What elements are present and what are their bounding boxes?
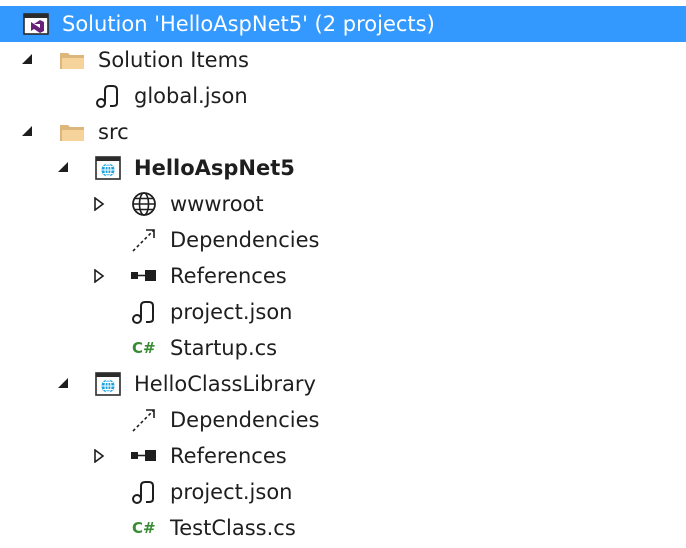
tree-item-solution-items[interactable]: Solution Items <box>0 42 686 78</box>
dependencies-icon <box>130 226 158 254</box>
references-icon <box>130 442 158 470</box>
tree-item-testclass-cs[interactable]: C# TestClass.cs <box>0 510 686 546</box>
tree-item-references[interactable]: References <box>0 438 686 474</box>
dependencies-icon <box>130 406 158 434</box>
tree-item-startup-cs[interactable]: C# Startup.cs <box>0 330 686 366</box>
visual-studio-solution-icon <box>22 10 50 38</box>
tree-item-wwwroot[interactable]: wwwroot <box>0 186 686 222</box>
tree-item-project-helloaspnet5[interactable]: HelloAspNet5 <box>0 150 686 186</box>
expanded-arrow-icon[interactable] <box>52 150 74 186</box>
tree-item-label: Dependencies <box>170 408 320 432</box>
tree-item-label: global.json <box>134 84 248 108</box>
csharp-file-icon: C# <box>130 334 158 362</box>
expanded-arrow-icon[interactable] <box>16 114 38 150</box>
tree-item-solution[interactable]: Solution 'HelloAspNet5' (2 projects) <box>0 6 686 42</box>
csharp-file-icon: C# <box>130 514 158 542</box>
references-icon <box>130 262 158 290</box>
tree-item-project-json[interactable]: project.json <box>0 474 686 510</box>
web-project-icon <box>94 370 122 398</box>
tree-item-label: Dependencies <box>170 228 320 252</box>
collapsed-arrow-icon[interactable] <box>88 438 110 474</box>
tree-item-project-helloclasslibrary[interactable]: HelloClassLibrary <box>0 366 686 402</box>
tree-item-project-json[interactable]: project.json <box>0 294 686 330</box>
tree-item-label: Solution 'HelloAspNet5' (2 projects) <box>62 12 435 36</box>
collapsed-arrow-icon[interactable] <box>88 186 110 222</box>
tree-item-references[interactable]: References <box>0 258 686 294</box>
tree-item-label: References <box>170 444 287 468</box>
folder-icon <box>58 118 86 146</box>
tree-item-label: Startup.cs <box>170 336 278 360</box>
tree-item-label: HelloClassLibrary <box>134 372 316 396</box>
json-file-icon <box>94 82 122 110</box>
tree-item-label: References <box>170 264 287 288</box>
tree-item-label: project.json <box>170 480 293 504</box>
tree-item-dependencies[interactable]: Dependencies <box>0 222 686 258</box>
tree-item-label: HelloAspNet5 <box>134 156 295 180</box>
globe-icon <box>130 190 158 218</box>
tree-item-global-json[interactable]: global.json <box>0 78 686 114</box>
csharp-glyph: C# <box>132 339 156 357</box>
solution-explorer-tree: Solution 'HelloAspNet5' (2 projects) Sol… <box>0 0 686 548</box>
expanded-arrow-icon[interactable] <box>16 42 38 78</box>
tree-item-dependencies[interactable]: Dependencies <box>0 402 686 438</box>
tree-item-label: project.json <box>170 300 293 324</box>
tree-item-label: Solution Items <box>98 48 249 72</box>
json-file-icon <box>130 298 158 326</box>
tree-item-src[interactable]: src <box>0 114 686 150</box>
tree-item-label: wwwroot <box>170 192 264 216</box>
tree-item-label: src <box>98 120 129 144</box>
expanded-arrow-icon[interactable] <box>52 366 74 402</box>
tree-item-label: TestClass.cs <box>170 516 296 540</box>
collapsed-arrow-icon[interactable] <box>88 258 110 294</box>
csharp-glyph: C# <box>132 519 156 537</box>
folder-icon <box>58 46 86 74</box>
json-file-icon <box>130 478 158 506</box>
web-project-icon <box>94 154 122 182</box>
